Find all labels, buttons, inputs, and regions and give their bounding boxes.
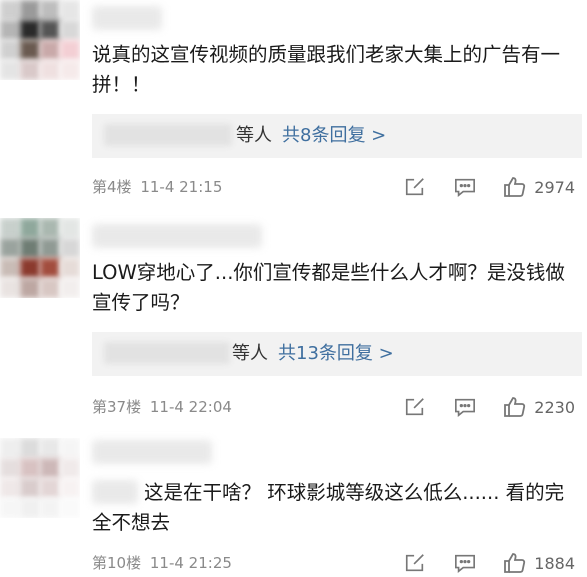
reply-summary: 等人 共13条回复 >: [232, 342, 394, 366]
reply-usernames: [104, 124, 232, 146]
like-count: 2974: [534, 177, 575, 197]
comment-icon[interactable]: [452, 550, 478, 576]
timestamp: 11-4 22:04: [149, 398, 232, 416]
thumbs-up-icon[interactable]: [502, 550, 528, 576]
avatar[interactable]: [0, 218, 80, 298]
reply-summary: 等人 共8条回复 >: [236, 124, 386, 148]
floor-number: 第10楼: [92, 554, 142, 572]
timestamp: 11-4 21:25: [149, 554, 232, 572]
avatar[interactable]: [0, 0, 80, 80]
action-bar: 1884: [378, 550, 575, 576]
thumbs-up-icon[interactable]: [502, 174, 528, 200]
edit-icon[interactable]: [402, 394, 428, 420]
reply-suffix: 等人: [236, 125, 272, 146]
edit-icon[interactable]: [402, 550, 428, 576]
action-bar: 2974: [378, 174, 575, 200]
floor-number: 第4楼: [92, 178, 132, 196]
comment-icon[interactable]: [452, 174, 478, 200]
thumbs-up-icon[interactable]: [502, 394, 528, 420]
action-bar: 2230: [378, 394, 575, 420]
avatar[interactable]: [0, 438, 80, 518]
view-replies-link[interactable]: 共13条回复 >: [278, 343, 394, 364]
comment-text: 说真的这宣传视频的质量跟我们老家大集上的广告有一拼！！: [92, 43, 561, 96]
timestamp: 11-4 21:15: [140, 178, 223, 196]
reply-preview[interactable]: 等人 共13条回复 >: [92, 332, 582, 376]
floor-number: 第37楼: [92, 398, 142, 416]
reply-usernames: [104, 342, 230, 364]
view-replies-link[interactable]: 共8条回复 >: [282, 125, 386, 146]
username[interactable]: [92, 224, 262, 248]
reply-preview[interactable]: 等人 共8条回复 >: [92, 114, 582, 158]
comment-text: 这是在干啥？ 环球影城等级这么低么...... 看的完全不想去: [92, 481, 565, 534]
comment-text: LOW穿地心了...你们宣传都是些什么人才啊？是没钱做宣传了吗？: [92, 261, 565, 314]
comment-meta: 第37楼 11-4 22:04: [92, 396, 232, 418]
comment-meta: 第10楼 11-4 21:25: [92, 552, 232, 574]
edit-icon[interactable]: [402, 174, 428, 200]
comment-icon[interactable]: [452, 394, 478, 420]
username[interactable]: [92, 440, 212, 464]
comment-meta: 第4楼 11-4 21:15: [92, 176, 222, 198]
like-count: 2230: [534, 397, 575, 417]
username[interactable]: [92, 6, 162, 30]
reply-suffix: 等人: [232, 343, 268, 364]
like-count: 1884: [534, 553, 575, 573]
